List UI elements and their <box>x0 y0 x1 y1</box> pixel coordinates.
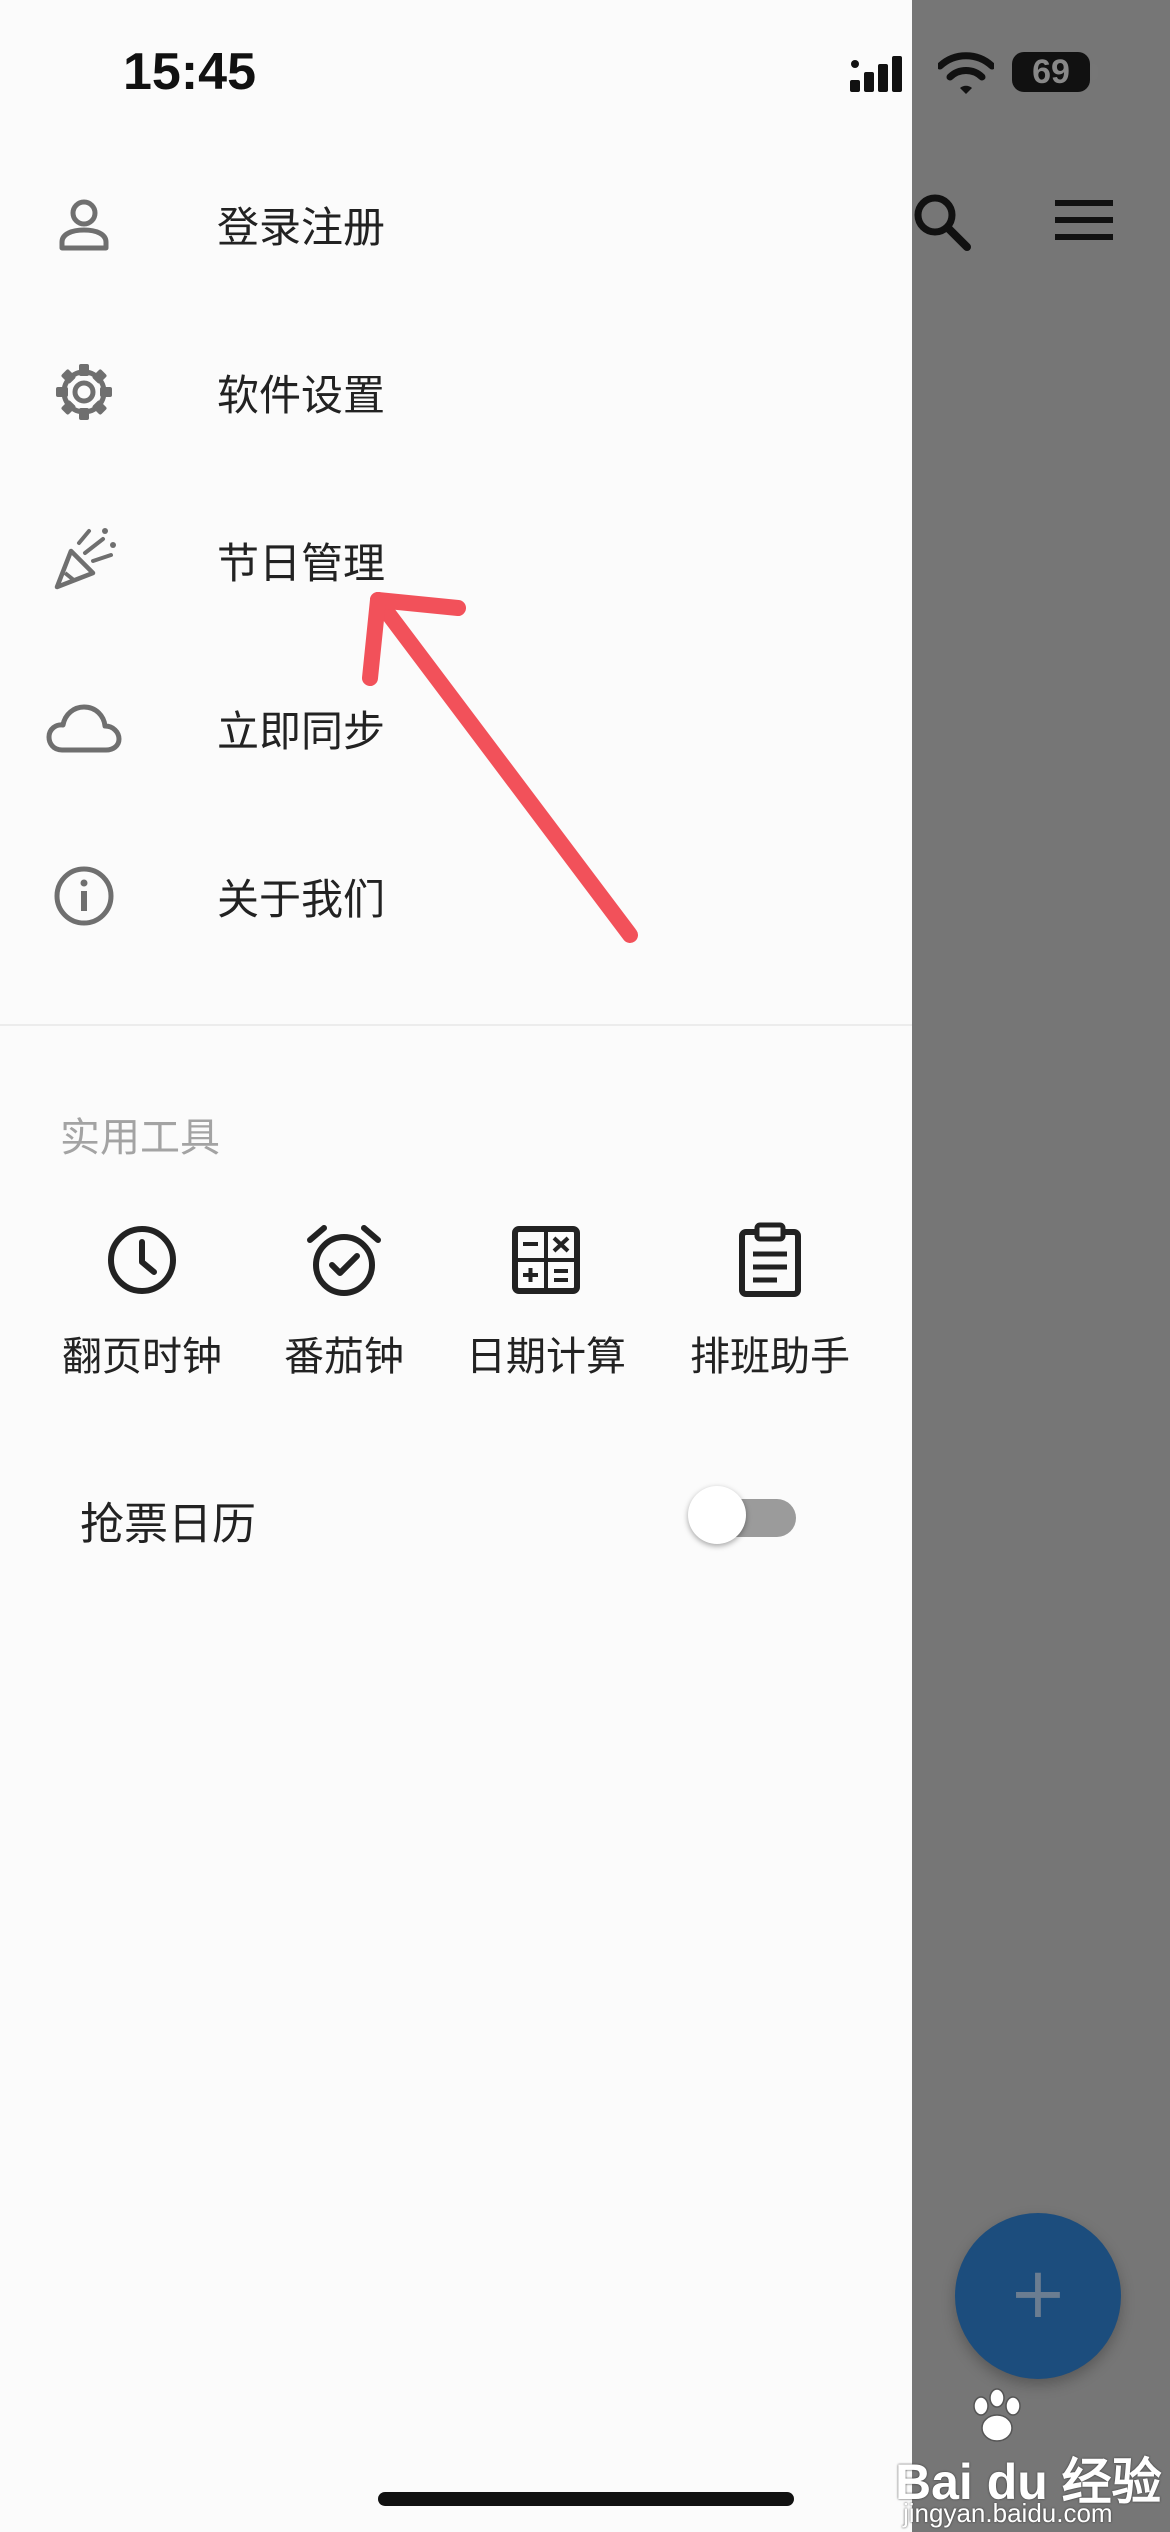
menu-item-label: 软件设置 <box>217 370 386 420</box>
watermark-url: jingyan.baidu.com <box>903 2498 1113 2528</box>
gear-icon <box>42 350 126 434</box>
tool-label: 日期计算 <box>466 1334 626 1380</box>
baidu-jingyan-watermark: Bai du 经验 jingyan.baidu.com <box>895 2388 1165 2532</box>
cellular-signal-icon <box>850 56 902 92</box>
person-icon <box>42 182 126 266</box>
tool-label: 翻页时钟 <box>62 1334 222 1380</box>
home-indicator[interactable] <box>378 2492 794 2506</box>
status-time: 15:45 <box>123 43 256 101</box>
ticket-calendar-label: 抢票日历 <box>80 1499 256 1550</box>
search-icon[interactable] <box>910 190 974 254</box>
tool-date-calculation[interactable]: 日期计算 <box>436 1220 656 1382</box>
battery-tip <box>1092 64 1098 80</box>
alarm-check-icon <box>307 1225 381 1296</box>
calculator-icon <box>512 1226 580 1294</box>
hamburger-menu-icon[interactable] <box>1055 196 1113 244</box>
clipboard-icon <box>739 1222 801 1297</box>
clock-icon <box>108 1226 176 1294</box>
status-icons: 69 <box>850 48 1100 108</box>
main-toolbar <box>910 190 1170 280</box>
battery-icon: 69 <box>1012 52 1090 92</box>
ticket-calendar-row: 抢票日历 <box>0 1470 912 1570</box>
tool-shift-assistant[interactable]: 排班助手 <box>660 1220 880 1382</box>
annotation-arrow-icon <box>362 592 638 943</box>
status-bar: 15:45 69 <box>0 0 1170 150</box>
toggle-thumb <box>688 1486 746 1544</box>
menu-item-login[interactable]: 登录注册 <box>0 140 912 308</box>
tools-section-title: 实用工具 <box>60 1115 220 1161</box>
drawer-divider <box>0 1024 912 1026</box>
cloud-icon <box>42 686 126 770</box>
menu-item-settings[interactable]: 软件设置 <box>0 308 912 476</box>
tool-label: 排班助手 <box>690 1334 850 1380</box>
info-icon <box>42 854 126 938</box>
wifi-icon <box>938 52 994 94</box>
tool-label: 番茄钟 <box>284 1334 404 1380</box>
navigation-drawer: 登录注册 软件设置 节日管理 立即同步 关于我们 实用工具 翻页时钟 番茄钟 日… <box>0 0 912 2532</box>
tool-pomodoro[interactable]: 番茄钟 <box>234 1220 454 1382</box>
tools-grid: 翻页时钟 番茄钟 日期计算 排班助手 <box>0 1220 912 1400</box>
paw-logo-icon <box>973 2388 1021 2442</box>
plus-icon: + <box>1008 2252 1068 2334</box>
add-button[interactable]: + <box>955 2213 1121 2379</box>
ticket-calendar-toggle[interactable] <box>688 1486 796 1544</box>
menu-item-label: 登录注册 <box>217 202 386 252</box>
tool-flip-clock[interactable]: 翻页时钟 <box>32 1220 252 1382</box>
party-popper-icon <box>42 518 126 602</box>
